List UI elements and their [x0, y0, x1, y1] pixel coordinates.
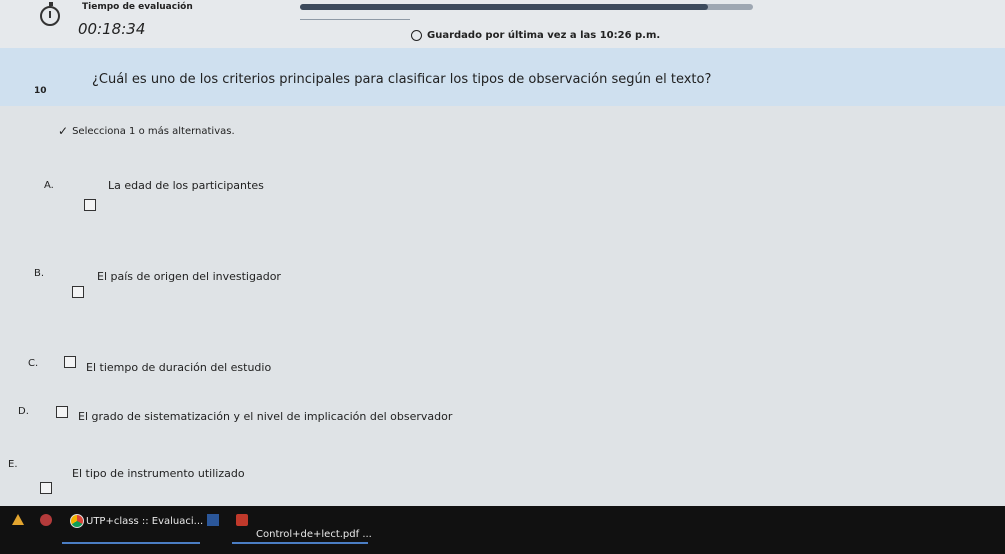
option-c-checkbox[interactable]: [64, 356, 76, 368]
option-b-text[interactable]: El país de origen del investigador: [97, 270, 281, 283]
time-progress-fill: [300, 4, 708, 10]
option-d-letter: D.: [18, 406, 29, 417]
saved-status-text: Guardado por última vez a las 10:26 p.m.: [427, 30, 661, 41]
word-icon[interactable]: [207, 514, 219, 526]
timer-value: 00:18:34: [78, 20, 146, 38]
option-d-text[interactable]: El grado de sistematización y el nivel d…: [78, 410, 452, 423]
pdf-icon[interactable]: [236, 514, 248, 526]
option-e-text[interactable]: El tipo de instrumento utilizado: [72, 467, 245, 480]
option-b-letter: B.: [34, 268, 45, 279]
check-icon: ✓: [58, 124, 69, 138]
taskbar-chrome-active-indicator: [62, 542, 200, 544]
warning-icon[interactable]: [12, 514, 24, 525]
taskbar-chrome-label[interactable]: UTP+class :: Evaluaci...: [86, 516, 203, 527]
chrome-icon[interactable]: [70, 514, 84, 528]
time-progress-bar: [300, 4, 753, 10]
question-number: 10: [34, 86, 47, 96]
header-divider: [300, 19, 410, 20]
evaluation-header: Tiempo de evaluación 00:18:34 Guardado p…: [0, 0, 1005, 52]
saved-status-icon: [411, 30, 422, 41]
option-c-text[interactable]: El tiempo de duración del estudio: [86, 361, 271, 374]
option-e-checkbox[interactable]: [40, 482, 52, 494]
selection-hint: ✓ Selecciona 1 o más alternativas.: [58, 124, 235, 138]
option-b-checkbox[interactable]: [72, 286, 84, 298]
taskbar-pdf-active-indicator: [232, 542, 368, 544]
timer-title: Tiempo de evaluación: [82, 2, 193, 12]
app-icon[interactable]: [40, 514, 52, 526]
taskbar-pdf-label[interactable]: Control+de+lect.pdf ...: [256, 529, 372, 540]
selection-hint-text: Selecciona 1 o más alternativas.: [72, 125, 235, 137]
option-d-checkbox[interactable]: [56, 406, 68, 418]
option-a-letter: A.: [44, 180, 54, 191]
option-c-letter: C.: [28, 358, 39, 369]
taskbar: UTP+class :: Evaluaci... Control+de+lect…: [0, 506, 1005, 554]
question-text: ¿Cuál es uno de los criterios principale…: [92, 72, 712, 87]
saved-status: Guardado por última vez a las 10:26 p.m.: [411, 30, 660, 41]
option-a-checkbox[interactable]: [84, 199, 96, 211]
option-e-letter: E.: [8, 459, 18, 470]
stopwatch-icon: [40, 2, 60, 26]
option-a-text[interactable]: La edad de los participantes: [108, 179, 264, 192]
